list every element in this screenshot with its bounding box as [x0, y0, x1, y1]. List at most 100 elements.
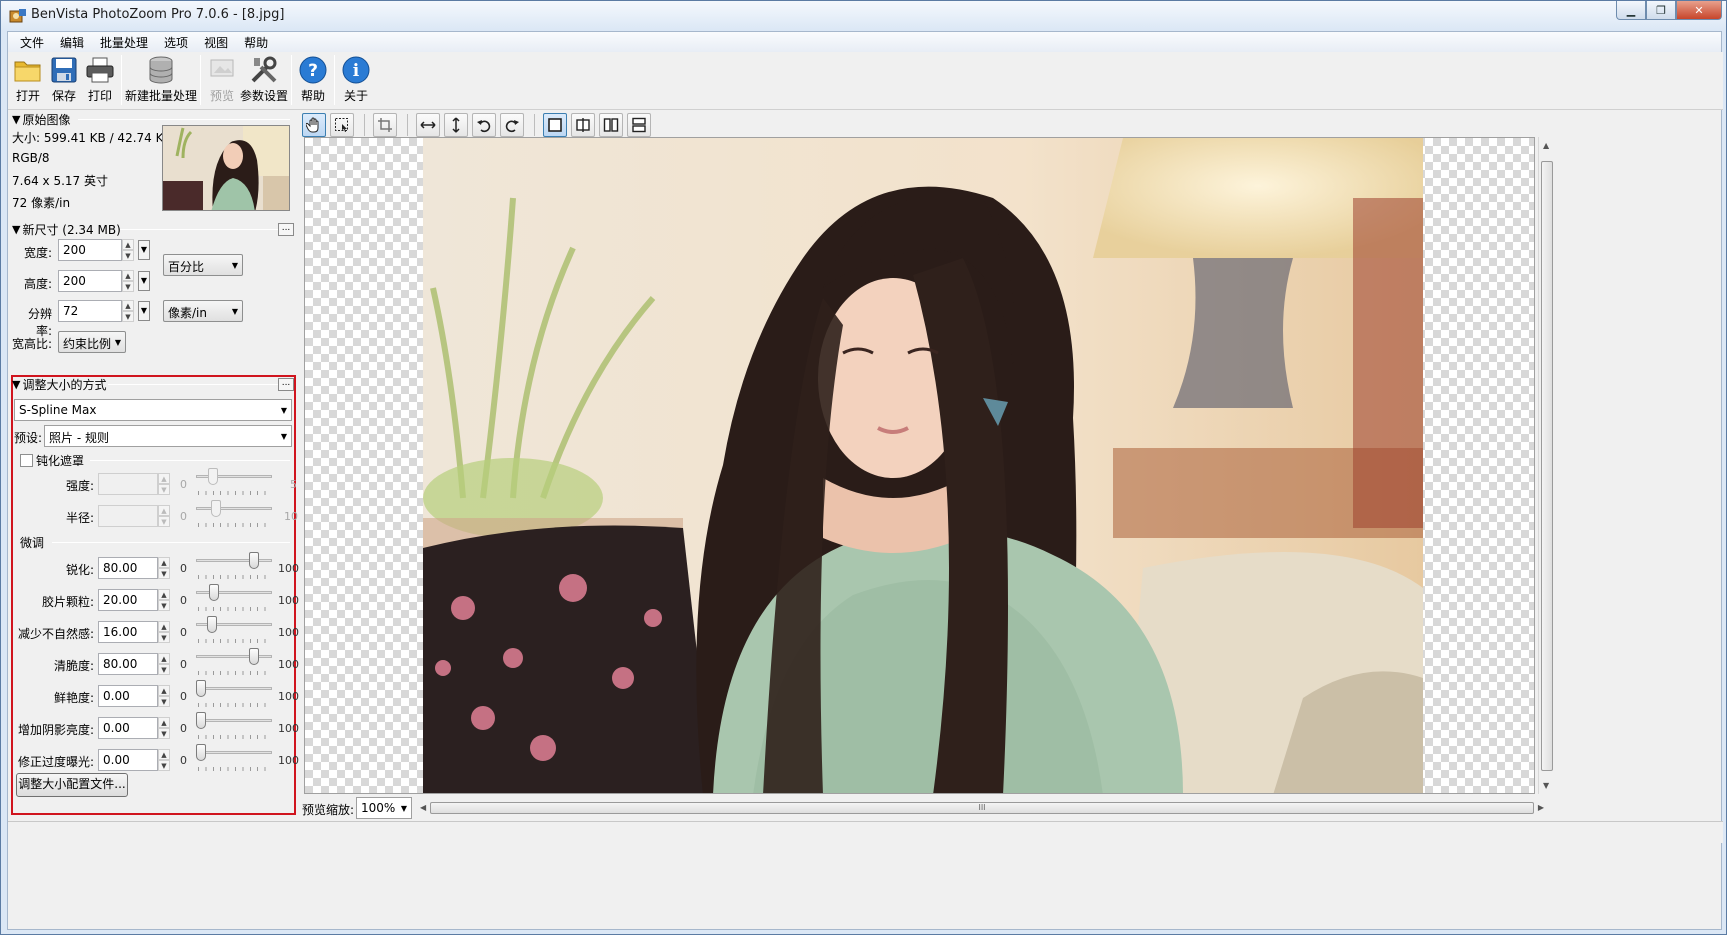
strength-input[interactable]	[98, 473, 158, 495]
aspect-dropdown[interactable]: 约束比例 ▼	[58, 331, 126, 353]
scroll-right-icon[interactable]: ▶	[1538, 803, 1544, 812]
finetune-slider-track[interactable]	[196, 687, 272, 690]
horizontal-scrollbar[interactable]: ◀ III ▶	[418, 800, 1546, 817]
zoom-bar: 预览缩放: 100% ▼ ◀ III ▶	[302, 797, 1547, 819]
printer-icon	[84, 54, 116, 86]
crop-tool-button[interactable]	[373, 113, 397, 137]
radius-spinner[interactable]: ▲ ▼	[158, 505, 170, 527]
finetune-slider-spinner[interactable]: ▲ ▼	[158, 621, 170, 643]
app-icon	[9, 9, 26, 23]
menu-batch[interactable]: 批量处理	[92, 34, 156, 51]
flip-vertical-button[interactable]	[444, 113, 468, 137]
menu-view[interactable]: 视图	[196, 34, 236, 51]
rotate-right-button[interactable]	[500, 113, 524, 137]
width-menu-button[interactable]: ▼	[138, 240, 150, 260]
finetune-slider-thumb[interactable]	[249, 648, 259, 665]
finetune-slider-spinner[interactable]: ▲ ▼	[158, 557, 170, 579]
save-button[interactable]: 保存	[46, 52, 82, 108]
single-view-button[interactable]	[543, 113, 567, 137]
maximize-button[interactable]: ❐	[1646, 1, 1676, 20]
finetune-slider-thumb[interactable]	[207, 616, 217, 633]
menu-options[interactable]: 选项	[156, 34, 196, 51]
help-button[interactable]: ? 帮助	[295, 52, 331, 108]
print-button[interactable]: 打印	[82, 52, 118, 108]
finetune-slider-track[interactable]	[196, 559, 272, 562]
scroll-down-icon[interactable]: ▼	[1543, 781, 1549, 790]
scroll-left-icon[interactable]: ◀	[420, 803, 426, 812]
original-section-header[interactable]: ▼ 原始图像	[12, 111, 70, 128]
resolution-unit-dropdown[interactable]: 像素/in ▼	[163, 300, 243, 322]
width-input[interactable]: 200	[58, 239, 122, 261]
finetune-slider-spinner[interactable]: ▲ ▼	[158, 717, 170, 739]
top-bottom-button[interactable]	[627, 113, 651, 137]
zoom-dropdown[interactable]: 100% ▼	[356, 797, 412, 819]
resolution-menu-button[interactable]: ▼	[138, 301, 150, 321]
strength-spinner[interactable]: ▲ ▼	[158, 473, 170, 495]
vertical-scroll-thumb[interactable]	[1541, 161, 1553, 771]
collapse-triangle-icon: ▼	[12, 113, 21, 126]
finetune-slider-input[interactable]: 0.00	[98, 717, 158, 739]
finetune-slider-thumb[interactable]	[209, 584, 219, 601]
finetune-slider-input[interactable]: 80.00	[98, 557, 158, 579]
size-unit-dropdown[interactable]: 百分比 ▼	[163, 254, 243, 276]
strength-slider-thumb[interactable]	[208, 468, 218, 485]
radius-slider-thumb[interactable]	[211, 500, 221, 517]
svg-text:?: ?	[308, 61, 318, 81]
preview-button[interactable]: 预览	[204, 52, 240, 108]
resolution-input[interactable]: 72	[58, 300, 122, 322]
finetune-slider-spinner[interactable]: ▲ ▼	[158, 749, 170, 771]
finetune-slider-input[interactable]: 16.00	[98, 621, 158, 643]
finetune-slider-thumb[interactable]	[196, 712, 206, 729]
rotate-left-button[interactable]	[472, 113, 496, 137]
scroll-up-icon[interactable]: ▲	[1543, 141, 1549, 150]
vertical-scrollbar[interactable]: ▲ ▼	[1538, 137, 1555, 794]
finetune-slider-thumb[interactable]	[249, 552, 259, 569]
split-view-button[interactable]	[571, 113, 595, 137]
algorithm-value: S-Spline Max	[19, 403, 97, 417]
about-button[interactable]: i 关于	[338, 52, 374, 108]
horizontal-scroll-thumb[interactable]: III	[430, 802, 1534, 814]
minimize-button[interactable]: ▁	[1616, 1, 1646, 20]
finetune-slider-track[interactable]	[196, 751, 272, 754]
resize-profile-button[interactable]: 调整大小配置文件...	[16, 773, 128, 797]
finetune-slider-spinner[interactable]: ▲ ▼	[158, 685, 170, 707]
radius-slider-track[interactable]	[196, 507, 272, 510]
algorithm-dropdown[interactable]: S-Spline Max ▼	[14, 399, 292, 421]
radius-input[interactable]	[98, 505, 158, 527]
menu-edit[interactable]: 编辑	[52, 34, 92, 51]
dropdown-arrow-icon: ▼	[114, 338, 121, 347]
finetune-slider-input[interactable]: 20.00	[98, 589, 158, 611]
resolution-spinner[interactable]: ▲ ▼	[122, 300, 134, 322]
menu-file[interactable]: 文件	[12, 34, 52, 51]
finetune-slider-track[interactable]	[196, 591, 272, 594]
finetune-slider-spinner[interactable]: ▲ ▼	[158, 653, 170, 675]
finetune-slider-input[interactable]: 0.00	[98, 685, 158, 707]
finetune-slider-track[interactable]	[196, 719, 272, 722]
flip-horizontal-button[interactable]	[416, 113, 440, 137]
method-section-header[interactable]: ▼ 调整大小的方式	[12, 376, 106, 393]
menu-help[interactable]: 帮助	[236, 34, 276, 51]
preview-canvas[interactable]	[304, 137, 1535, 794]
hand-tool-button[interactable]	[302, 113, 326, 137]
finetune-slider-spinner[interactable]: ▲ ▼	[158, 589, 170, 611]
unsharp-mask-checkbox[interactable]	[20, 454, 33, 467]
width-spinner[interactable]: ▲ ▼	[122, 239, 134, 261]
open-button[interactable]: 打开	[10, 52, 46, 108]
height-spinner[interactable]: ▲ ▼	[122, 270, 134, 292]
side-by-side-button[interactable]	[599, 113, 623, 137]
finetune-slider-input[interactable]: 80.00	[98, 653, 158, 675]
height-menu-button[interactable]: ▼	[138, 271, 150, 291]
method-options-button[interactable]: ...	[278, 378, 294, 391]
finetune-slider-track[interactable]	[196, 655, 272, 658]
preset-dropdown[interactable]: 照片 - 规则 ▼	[44, 425, 292, 447]
close-button[interactable]: ✕	[1676, 1, 1722, 20]
finetune-slider-thumb[interactable]	[196, 744, 206, 761]
finetune-slider-input[interactable]: 0.00	[98, 749, 158, 771]
new-size-options-button[interactable]: ...	[278, 223, 294, 236]
new-size-section-header[interactable]: ▼ 新尺寸 (2.34 MB)	[12, 221, 121, 238]
select-tool-button[interactable]	[330, 113, 354, 137]
height-input[interactable]: 200	[58, 270, 122, 292]
params-button[interactable]: 参数设置	[240, 52, 288, 108]
finetune-slider-thumb[interactable]	[196, 680, 206, 697]
new-batch-button[interactable]: 新建批量处理	[125, 52, 197, 108]
